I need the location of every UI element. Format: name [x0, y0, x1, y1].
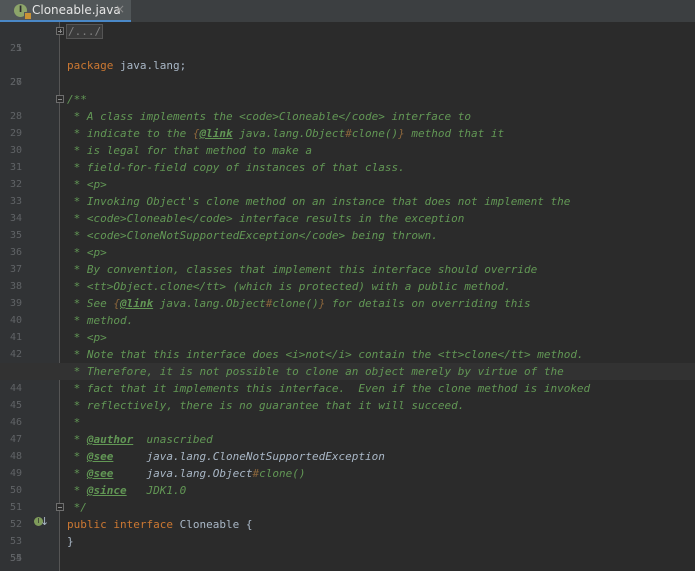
tab-cloneable-java[interactable]: I Cloneable.java ×: [0, 0, 131, 22]
folded-imports[interactable]: /.../: [65, 24, 104, 39]
code-line: 53 public interface Cloneable {: [9, 518, 253, 547]
code-line: 41 * method.: [9, 314, 134, 343]
close-tab-icon[interactable]: ×: [115, 2, 125, 16]
code-line: 31 * is legal for that method to make a: [9, 144, 313, 173]
code-line: 32 * field-for-field copy of instances o…: [9, 161, 405, 190]
code-line: 54}: [9, 535, 74, 564]
code-line: 33 * <p>: [9, 178, 107, 207]
code-line: 29 * A class implements the <code>Clonea…: [9, 110, 471, 139]
code-line: 25: [9, 43, 22, 54]
code-line: 46 * reflectively, there is no guarantee…: [9, 399, 465, 428]
javadoc-link-tag: @link: [119, 297, 154, 310]
code-line: 50 * @see java.lang.Object#clone(): [9, 467, 306, 496]
code-line: 1 /.../: [15, 24, 104, 54]
code-line: 36 * <code>CloneNotSupportedException</c…: [9, 229, 438, 258]
javadoc-see-tag: @see: [86, 467, 114, 480]
code-line: 40 * See {@link java.lang.Object#clone()…: [9, 297, 531, 326]
code-line: 51 * @since JDK1.0: [9, 484, 187, 513]
code-line: 28/**: [9, 93, 87, 122]
javadoc-link-tag: @link: [199, 127, 233, 140]
javadoc-see-tag: @see: [86, 450, 114, 463]
code-line: 38 * By convention, classes that impleme…: [9, 263, 538, 292]
code-line: 30 * indicate to the {@link java.lang.Ob…: [9, 127, 505, 156]
javadoc-since-tag: @since: [86, 484, 127, 497]
code-line: 42 * <p>: [9, 331, 107, 360]
lock-badge-icon: [24, 12, 32, 20]
code-line: 27: [9, 77, 22, 88]
code-line: 47 *: [9, 416, 81, 445]
code-line: 34 * Invoking Object's clone method on a…: [9, 195, 571, 224]
editor-tab-bar: I Cloneable.java ×: [0, 0, 695, 23]
code-line: 26 package java.lang;: [9, 59, 187, 88]
code-line: 43 * Note that this interface does <i>no…: [10, 348, 584, 377]
code-line: 48 * @author unascribed: [9, 433, 213, 462]
tab-filename: Cloneable.java: [32, 3, 121, 17]
code-line-current: 44 * Therefore, it is not possible to cl…: [0, 363, 695, 394]
code-line: 35 * <code>Cloneable</code> interface re…: [9, 212, 465, 241]
code-line: 52 */: [9, 501, 87, 530]
code-line: 49 * @see java.lang.CloneNotSupportedExc…: [9, 450, 385, 479]
code-line: 37 * <p>: [9, 246, 107, 275]
code-line: 39 * <tt>Object.clone</tt> (which is pro…: [9, 280, 511, 309]
javadoc-author-tag: @author: [86, 433, 134, 446]
code-line: 55: [9, 553, 22, 564]
code-line: 45 * fact that it implements this interf…: [9, 382, 591, 411]
